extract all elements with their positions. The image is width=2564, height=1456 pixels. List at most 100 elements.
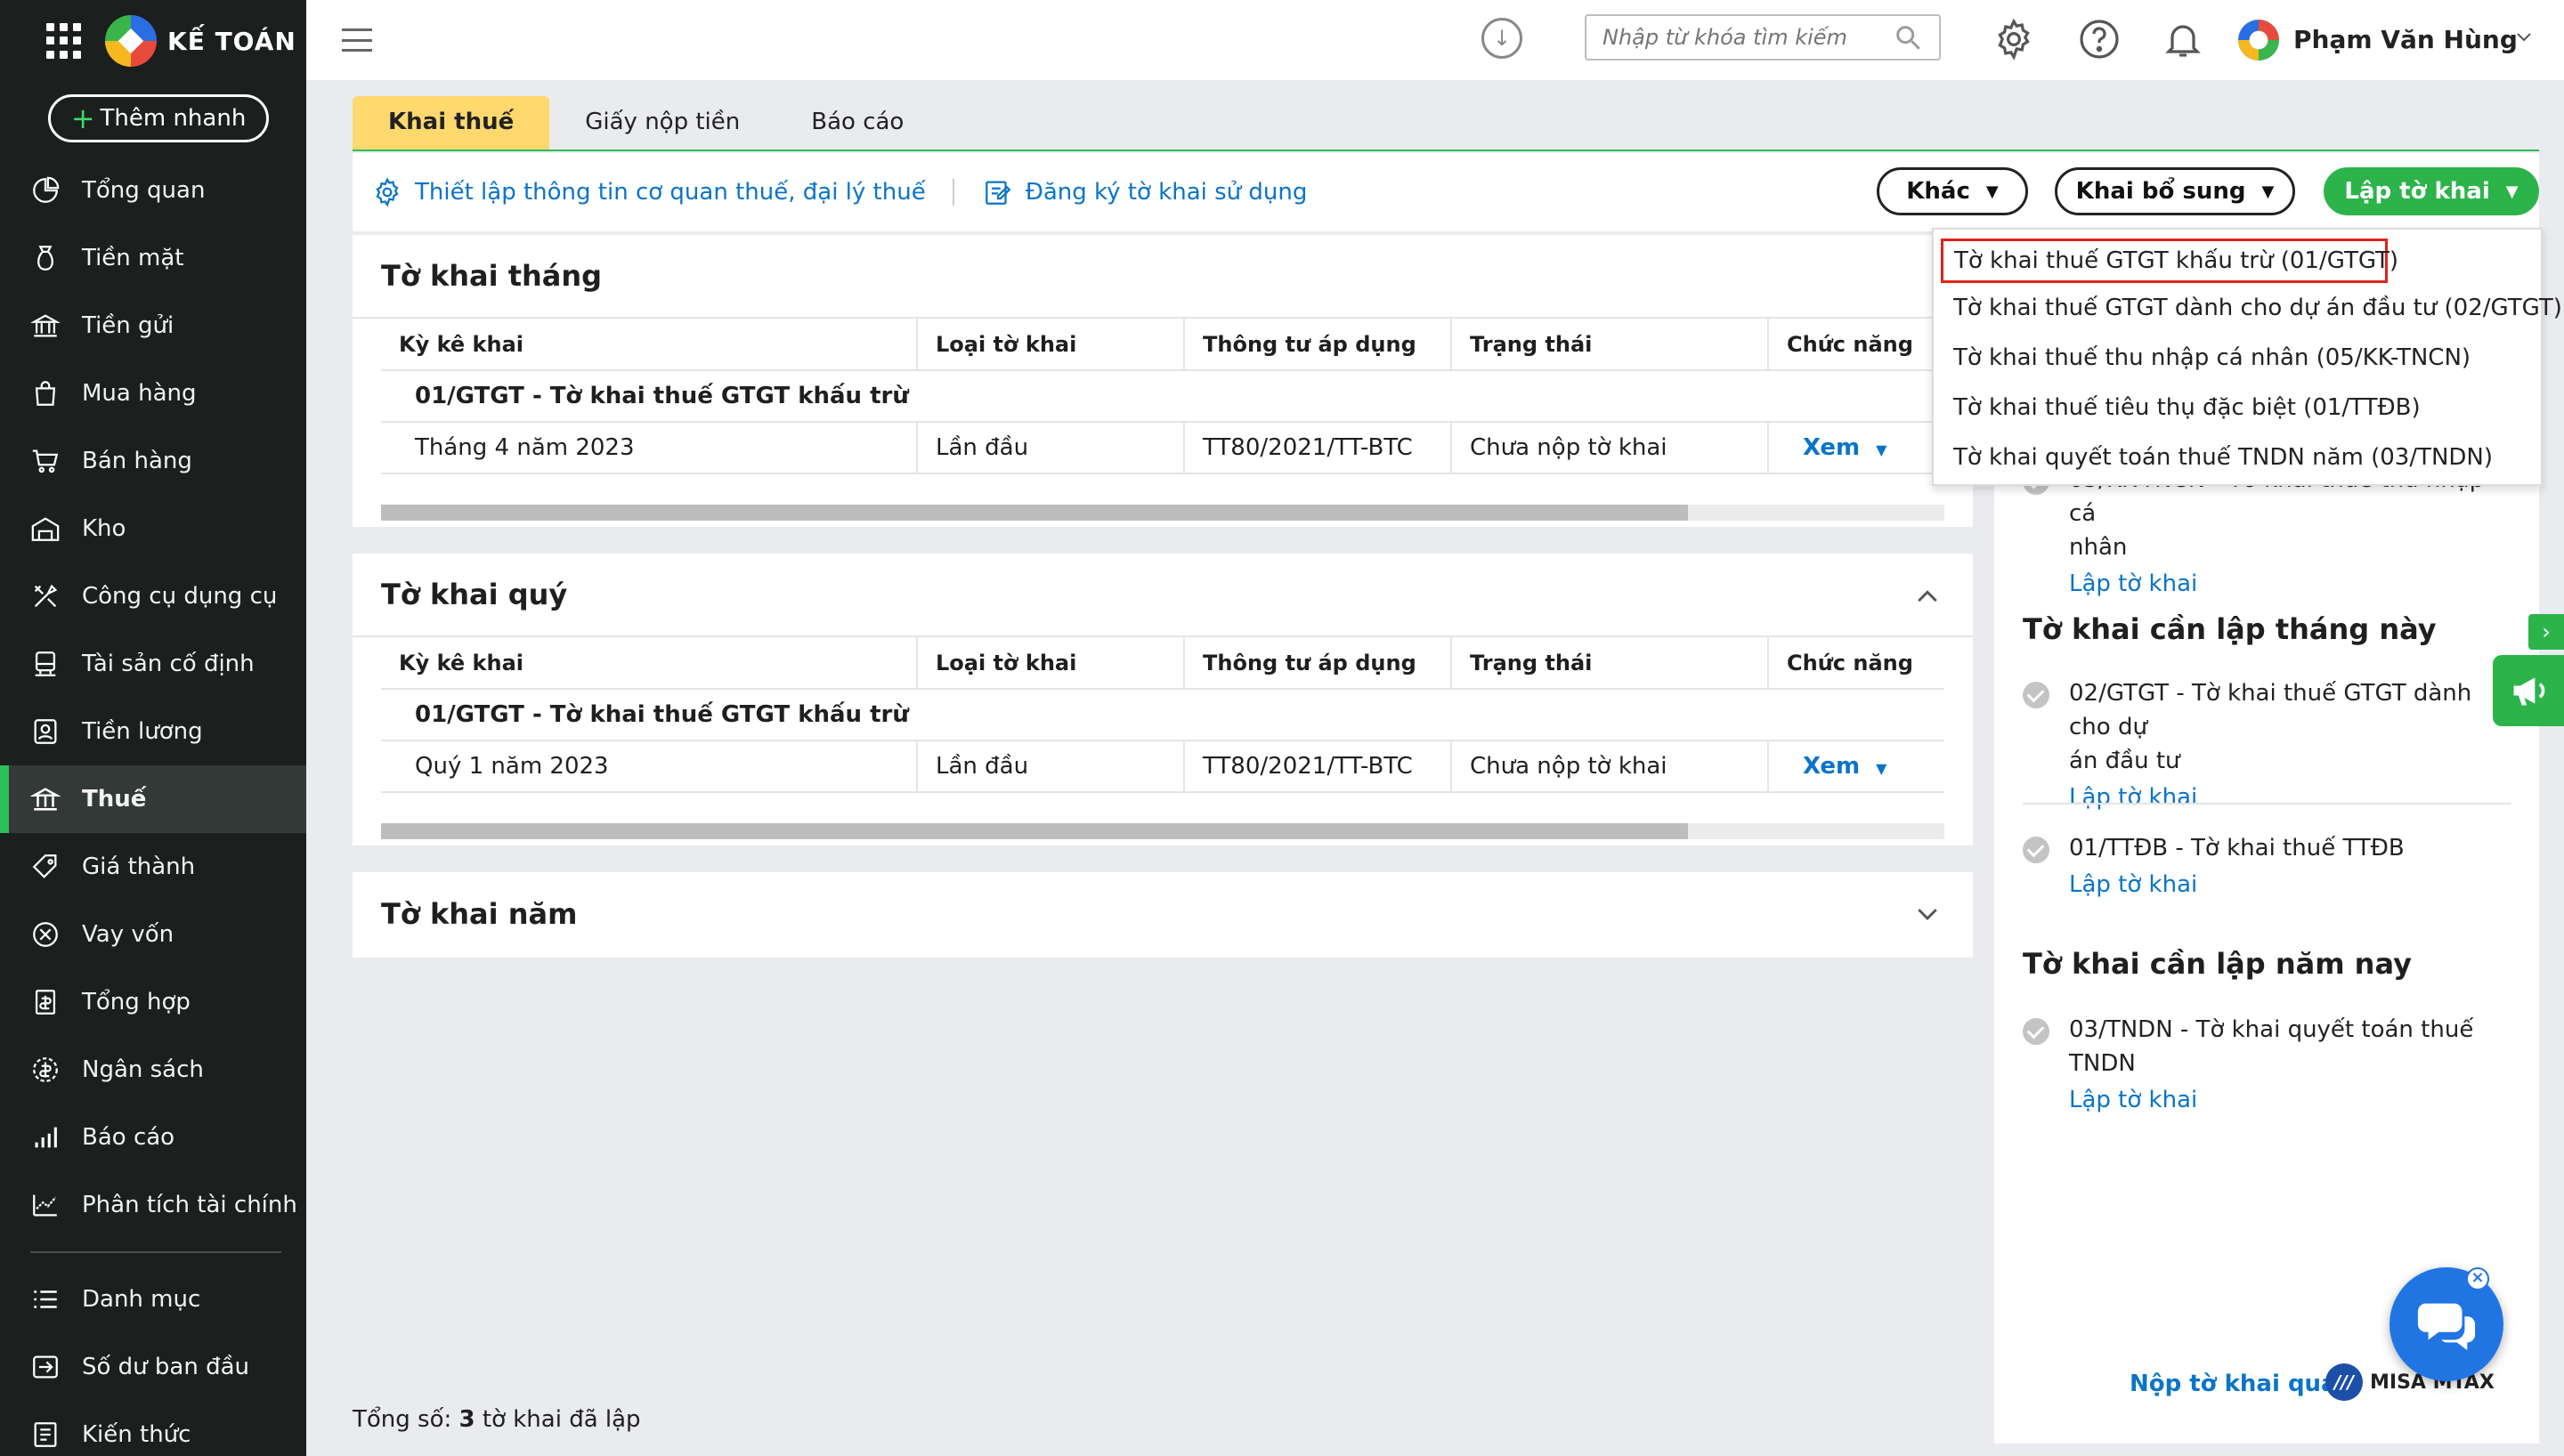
- sidebar-item-thue[interactable]: Thuế: [0, 765, 306, 833]
- analysis-icon: [33, 1194, 57, 1217]
- view-button[interactable]: Xem ▼: [1803, 753, 1886, 780]
- sidebar-item-ban-hang[interactable]: Bán hàng: [0, 427, 306, 495]
- create-link[interactable]: Lập tờ khai: [2069, 865, 2503, 904]
- quick-add-label: Thêm nhanh: [100, 105, 247, 132]
- table-header: Kỳ kê khai Loại tờ khai Thông tư áp dụng…: [381, 319, 1944, 371]
- search-box[interactable]: [1585, 14, 1941, 61]
- chevron-down-icon[interactable]: [1914, 904, 1941, 924]
- tab-khai-thue[interactable]: Khai thuế: [353, 96, 550, 151]
- col-status[interactable]: Trạng thái: [1451, 319, 1769, 371]
- bell-icon[interactable]: [2162, 18, 2204, 61]
- megaphone-icon[interactable]: [2493, 655, 2564, 726]
- sidebar-item-bao-cao[interactable]: Báo cáo: [0, 1104, 306, 1171]
- dropdown-item-01-ttdb[interactable]: Tờ khai thuế tiêu thụ đặc biệt (01/TTĐB): [1934, 383, 2541, 433]
- quick-add-button[interactable]: + Thêm nhanh: [48, 94, 269, 142]
- cell-status: Chưa nộp tờ khai: [1451, 740, 1769, 793]
- help-icon[interactable]: [2078, 18, 2121, 61]
- app-grid-icon[interactable]: [46, 23, 82, 59]
- price-tag-icon: [32, 854, 57, 878]
- col-action[interactable]: Chức năng: [1768, 319, 1944, 371]
- sidebar-header: KẾ TOÁN: [0, 0, 306, 82]
- col-status[interactable]: Trạng thái: [1451, 637, 1769, 690]
- dropdown-item-01-gtgt[interactable]: Tờ khai thuế GTGT khấu trừ (01/GTGT): [1941, 239, 2398, 283]
- col-type[interactable]: Loại tờ khai: [917, 637, 1185, 690]
- sidebar-item-tien-mat[interactable]: Tiền mặt: [0, 224, 306, 292]
- group-label: 01/GTGT - Tờ khai thuế GTGT khấu trừ: [381, 370, 1944, 423]
- month-heading: Tờ khai cần lập tháng này: [2023, 612, 2437, 646]
- tab-giay-nop-tien[interactable]: Giấy nộp tiền: [549, 96, 775, 151]
- cart-icon: [32, 449, 59, 473]
- yearly-title[interactable]: Tờ khai năm: [353, 872, 1973, 956]
- sidebar-item-ngan-sach[interactable]: Ngân sách: [0, 1036, 306, 1104]
- search-icon[interactable]: [1893, 22, 1923, 53]
- sidebar-item-so-du-ban-dau[interactable]: Số dư ban đầu: [0, 1333, 306, 1401]
- create-link[interactable]: Lập tờ khai: [2069, 1080, 2503, 1120]
- sidebar-item-kien-thuc[interactable]: Kiến thức: [0, 1401, 306, 1456]
- check-circle-icon: [2023, 682, 2049, 708]
- create-link[interactable]: Lập tờ khai: [2069, 564, 2503, 603]
- payroll-icon: [34, 719, 57, 744]
- sidebar-item-cong-cu-dung-cu[interactable]: Công cụ dụng cụ: [0, 562, 306, 630]
- col-period[interactable]: Kỳ kê khai: [381, 319, 918, 371]
- table-row[interactable]: Tháng 4 năm 2023 Lần đầu TT80/2021/TT-BT…: [381, 422, 1944, 474]
- horizontal-scrollbar[interactable]: [381, 823, 1944, 839]
- setup-tax-authority-link[interactable]: Thiết lập thông tin cơ quan thuế, đại lý…: [372, 177, 926, 207]
- col-period[interactable]: Kỳ kê khai: [381, 637, 918, 690]
- sidebar-item-tong-quan[interactable]: Tổng quan: [0, 157, 306, 224]
- gear-icon[interactable]: [1992, 18, 2035, 61]
- create-declaration-button[interactable]: Lập tờ khai ▼: [2324, 167, 2539, 215]
- tab-bao-cao[interactable]: Báo cáo: [775, 96, 939, 151]
- opening-balance-icon: [33, 1355, 58, 1379]
- sidebar-item-kho[interactable]: Kho: [0, 495, 306, 562]
- create-link[interactable]: Lập tờ khai: [2069, 778, 2503, 817]
- table-row[interactable]: Quý 1 năm 2023 Lần đầu TT80/2021/TT-BTC …: [381, 740, 1944, 793]
- view-button[interactable]: Xem ▼: [1803, 434, 1886, 461]
- report-chart-icon: [35, 1127, 57, 1148]
- dropdown-item-02-gtgt[interactable]: Tờ khai thuế GTGT dành cho dự án đầu tư …: [1934, 283, 2562, 333]
- col-action[interactable]: Chức năng: [1768, 637, 1944, 690]
- mtax-logo-icon: ///: [2325, 1363, 2363, 1401]
- sidebar-item-gia-thanh[interactable]: Giá thành: [0, 833, 306, 901]
- supplement-button[interactable]: Khai bổ sung ▼: [2055, 167, 2295, 215]
- top-bar: ↓ Phạm Văn Hùng: [306, 0, 2564, 80]
- user-name[interactable]: Phạm Văn Hùng: [2293, 25, 2518, 54]
- scrollbar-thumb[interactable]: [381, 505, 1688, 521]
- caret-down-icon[interactable]: ▼: [1876, 441, 1886, 458]
- search-input[interactable]: [1602, 25, 1893, 50]
- chevron-right-icon[interactable]: ›: [2528, 614, 2564, 650]
- sidebar-item-tien-gui[interactable]: Tiền gửi: [0, 292, 306, 360]
- other-button[interactable]: Khác ▼: [1877, 167, 2028, 215]
- sidebar-item-vay-von[interactable]: Vay vốn: [0, 901, 306, 968]
- user-avatar-icon[interactable]: [2236, 18, 2281, 62]
- cash-icon: [37, 246, 53, 271]
- budget-icon: [33, 1057, 58, 1082]
- quarterly-table: Kỳ kê khai Loại tờ khai Thông tư áp dụng…: [381, 637, 1944, 793]
- loan-icon: [33, 922, 58, 947]
- sidebar-item-tien-luong[interactable]: Tiền lương: [0, 698, 306, 765]
- plus-icon: +: [70, 101, 95, 135]
- dropdown-item-05-kk-tncn[interactable]: Tờ khai thuế thu nhập cá nhân (05/KK-TNC…: [1934, 333, 2541, 383]
- chevron-up-icon[interactable]: [1914, 586, 1941, 605]
- sidebar-item-phan-tich-tai-chinh[interactable]: Phân tích tài chính: [0, 1171, 306, 1239]
- sidebar-item-mua-hang[interactable]: Mua hàng: [0, 360, 306, 427]
- chevron-down-icon[interactable]: [2511, 27, 2537, 48]
- caret-down-icon[interactable]: ▼: [1876, 760, 1886, 777]
- cell-period: Quý 1 năm 2023: [381, 740, 918, 793]
- quarterly-title[interactable]: Tờ khai quý: [353, 554, 1973, 637]
- col-circular[interactable]: Thông tư áp dụng: [1184, 319, 1452, 371]
- register-declaration-link[interactable]: Đăng ký tờ khai sử dụng: [983, 177, 1307, 207]
- horizontal-scrollbar[interactable]: [381, 505, 1944, 521]
- dropdown-item-03-tndn[interactable]: Tờ khai quyết toán thuế TNDN năm (03/TND…: [1934, 433, 2541, 482]
- sidebar-item-danh-muc[interactable]: Danh mục: [0, 1266, 306, 1333]
- col-type[interactable]: Loại tờ khai: [917, 319, 1185, 371]
- sidebar-item-tong-hop[interactable]: Tổng hợp: [0, 968, 306, 1036]
- close-icon[interactable]: ×: [2466, 1267, 2489, 1290]
- menu-toggle-icon[interactable]: [342, 28, 372, 52]
- scrollbar-thumb[interactable]: [381, 823, 1688, 839]
- table-header: Kỳ kê khai Loại tờ khai Thông tư áp dụng…: [381, 637, 1944, 690]
- submit-via-link[interactable]: Nộp tờ khai qua: [2130, 1371, 2337, 1397]
- col-circular[interactable]: Thông tư áp dụng: [1184, 637, 1452, 690]
- monthly-title: Tờ khai tháng: [353, 235, 1973, 319]
- download-icon[interactable]: ↓: [1481, 18, 1522, 59]
- sidebar-item-tai-san-co-dinh[interactable]: Tài sản cố định: [0, 630, 306, 698]
